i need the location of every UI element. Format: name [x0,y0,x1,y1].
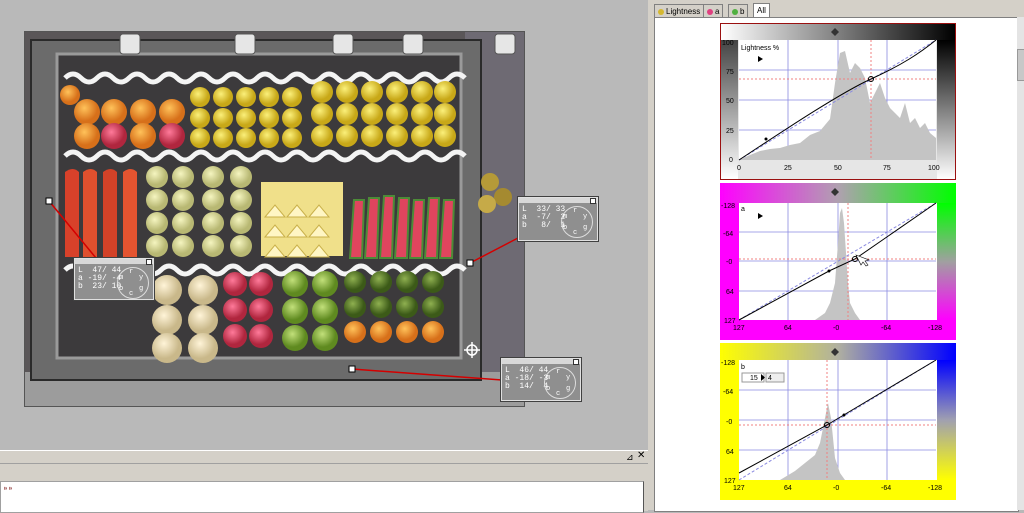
dial-letter-g: g [139,285,144,293]
x-tick: 0 [737,165,741,172]
bottom-dock-panel: ⊿ ✕ ⁍⁍ [0,450,648,513]
tab-label: All [757,6,766,15]
tab-lightness[interactable]: Lightness [654,4,705,18]
dial-letter-r: r [573,207,578,215]
b-channel-dot-icon [732,8,738,15]
y-tick: 127 [724,478,736,485]
color-readout-2[interactable]: L 33/ 33 a -7/ 2b 8/ 1 r y g c b m [517,196,599,242]
readout-b: b 23/ 10 [78,282,122,291]
sample-point-marker[interactable] [348,365,356,373]
y-tick: 100 [722,40,734,47]
hue-dial-icon: r y g c b m [117,267,149,299]
readout-b: b 14/ 4 [505,382,549,391]
x-tick: -128 [928,325,942,332]
x-tick: 100 [928,165,940,172]
y-tick: 0 [729,157,733,164]
sample-point-marker[interactable] [45,197,53,205]
dial-letter-c: c [573,229,578,237]
dial-letter-b: b [546,385,551,393]
dial-letter-m: m [119,274,124,282]
close-icon[interactable] [590,198,596,204]
output-value: 4 [768,375,772,382]
x-tick: -0 [833,485,839,492]
y-tick: 127 [724,318,736,325]
tab-label: Lightness [666,7,701,16]
x-tick: 64 [784,325,792,332]
close-icon[interactable]: ✕ [637,451,645,461]
color-readout-3[interactable]: L 46/ 44 a -18/ -3 b 14/ 4 r y g c b m [500,357,582,402]
x-tick: 127 [733,325,745,332]
y-tick: 64 [726,289,734,296]
x-tick: -0 [833,325,839,332]
a-channel-dot-icon [707,8,713,15]
y-tick: -0 [726,259,732,266]
curve-label: a [741,206,745,213]
y-tick: -128 [721,360,735,367]
tab-label: a [715,7,720,16]
lightness-dot-icon [658,8,664,15]
close-icon[interactable] [146,259,152,265]
dial-letter-r: r [556,368,561,376]
x-tick: -64 [881,325,891,332]
x-tick: -128 [928,485,942,492]
input-value: 15 [750,375,758,382]
dial-letter-b: b [563,224,568,232]
y-tick: -0 [726,419,732,426]
b-curve-panel[interactable]: b 15 4 -128 -64 -0 64 127 127 64 -0 -64 … [720,343,956,500]
y-tick: -64 [723,231,733,238]
dial-letter-y: y [566,374,571,382]
dock-title-bar [0,451,648,464]
tab-a[interactable]: a [703,4,724,18]
readout-b: b 8/ 1 [522,221,566,230]
x-tick: 25 [784,165,792,172]
curve-label: b [741,364,745,371]
pin-icon[interactable]: ⊿ [626,452,634,462]
x-tick: -64 [881,485,891,492]
y-tick: 25 [726,128,734,135]
dial-letter-y: y [583,213,588,221]
dial-letter-g: g [583,224,588,232]
vertical-scrollbar[interactable] [1017,17,1024,510]
dial-letter-b: b [119,285,124,293]
dial-letter-g: g [566,385,571,393]
tab-b[interactable]: b [728,4,749,18]
lightness-curve-panel[interactable]: Lightness % 100 75 50 25 0 0 25 50 75 10… [720,23,956,180]
tab-label: b [740,7,745,16]
x-tick: 50 [834,165,842,172]
dial-letter-m: m [546,374,551,382]
history-tool-icon[interactable]: ⁍⁍ [3,484,13,495]
crosshair-cursor-icon [464,342,480,358]
a-curve-panel[interactable]: a -128 -64 -0 64 127 127 64 -0 -64 -128 [720,183,956,340]
dial-letter-c: c [556,390,561,398]
dial-letter-c: c [129,290,134,298]
hue-dial-icon: r y g c b m [561,206,593,238]
scrollbar-thumb[interactable] [1017,49,1024,81]
color-readout-1[interactable]: L 47/ 44 a -19/ -4 b 23/ 10 r y g c b m [73,257,155,301]
curve-label: Lightness % [741,45,779,52]
x-tick: 75 [883,165,891,172]
y-tick: 64 [726,449,734,456]
hue-dial-icon: r y g c b m [544,367,576,399]
dial-letter-y: y [139,274,144,282]
dial-letter-r: r [129,268,134,276]
close-icon[interactable] [573,359,579,365]
y-tick: -128 [721,203,735,210]
dock-content [0,481,644,513]
y-tick: -64 [723,389,733,396]
image-workspace[interactable]: L 47/ 44 a -19/ -4 b 23/ 10 r y g c b m L … [0,0,648,450]
y-tick: 50 [726,98,734,105]
sample-point-marker[interactable] [466,259,474,267]
x-tick: 127 [733,485,745,492]
y-tick: 75 [726,69,734,76]
dial-letter-m: m [563,213,568,221]
x-tick: 64 [784,485,792,492]
